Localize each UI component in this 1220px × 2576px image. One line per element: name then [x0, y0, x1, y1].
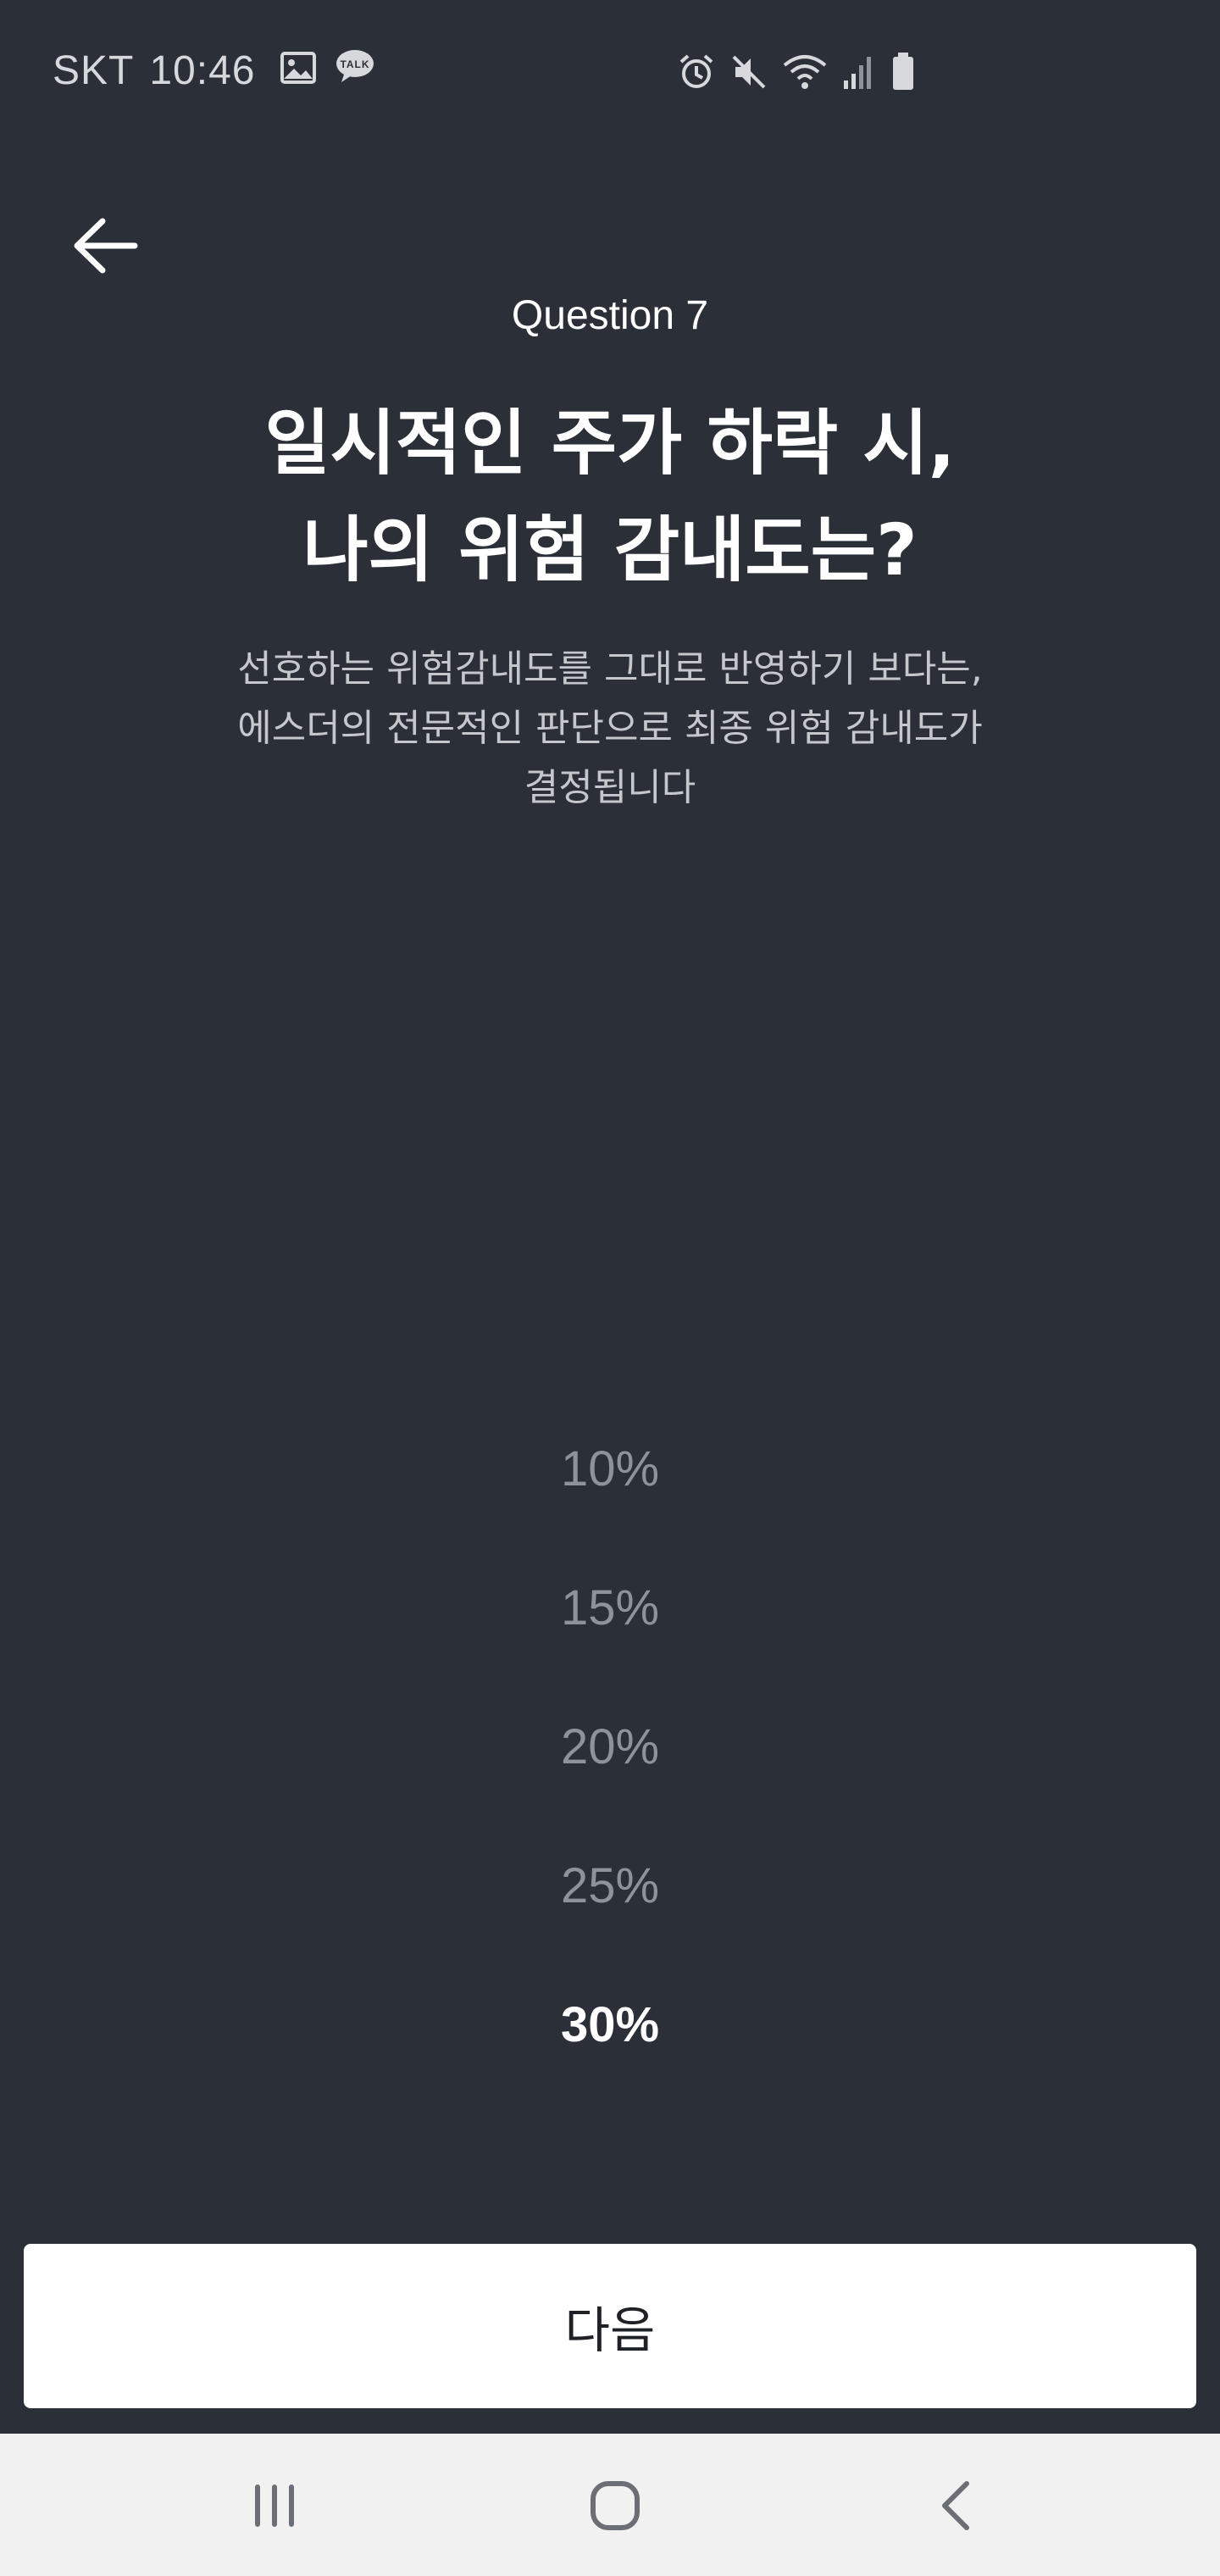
page-title: 일시적인 주가 하락 시, 나의 위험 감내도는?	[0, 390, 1220, 603]
description-line-1: 선호하는 위험감내도를 그대로 반영하기 보다는,	[237, 647, 983, 691]
picker-option[interactable]: 20%	[0, 1710, 1220, 1849]
recent-apps-button[interactable]	[215, 2459, 334, 2552]
picker-option[interactable]: 10%	[0, 1432, 1220, 1571]
recent-apps-icon	[255, 2484, 294, 2527]
picker-option[interactable]: 15%	[0, 1571, 1220, 1710]
gallery-icon	[280, 47, 317, 94]
clock: 10:46	[149, 48, 256, 93]
status-bar: SKT 10:46 TALK	[0, 0, 1220, 144]
chevron-left-icon	[942, 2481, 969, 2530]
description-line-2: 에스더의 전문적인 판단으로 최종 위험 감내도가	[237, 707, 983, 750]
picker-option[interactable]: 25%	[0, 1849, 1220, 1988]
next-button[interactable]: 다음	[24, 2244, 1196, 2408]
risk-tolerance-picker[interactable]: 10% 15% 20% 25% 30%	[0, 1432, 1220, 2127]
home-icon	[591, 2481, 640, 2530]
wifi-icon	[783, 53, 827, 94]
title-line-1: 일시적인 주가 하락 시,	[264, 402, 956, 485]
picker-option-selected[interactable]: 30%	[0, 1988, 1220, 2127]
alarm-icon	[678, 53, 715, 94]
carrier-label: SKT	[53, 48, 135, 93]
back-nav-button[interactable]	[898, 2459, 1017, 2552]
kakaotalk-icon: TALK	[335, 47, 375, 94]
question-number: Question 7	[511, 293, 709, 338]
title-line-2: 나의 위험 감내도는?	[302, 508, 918, 591]
mute-icon	[730, 53, 768, 94]
status-left: SKT 10:46 TALK	[53, 47, 375, 94]
status-right	[678, 53, 915, 95]
battery-icon	[891, 53, 915, 95]
system-nav-bar	[0, 2434, 1220, 2576]
signal-icon	[842, 53, 876, 94]
arrow-left-icon	[74, 218, 138, 274]
home-button[interactable]	[556, 2459, 674, 2552]
description: 선호하는 위험감내도를 그대로 반영하기 보다는, 에스더의 전문적인 판단으로…	[0, 640, 1220, 818]
kakao-badge-text: TALK	[341, 58, 370, 70]
back-button[interactable]	[68, 212, 144, 280]
description-line-3: 결정됩니다	[524, 766, 696, 809]
